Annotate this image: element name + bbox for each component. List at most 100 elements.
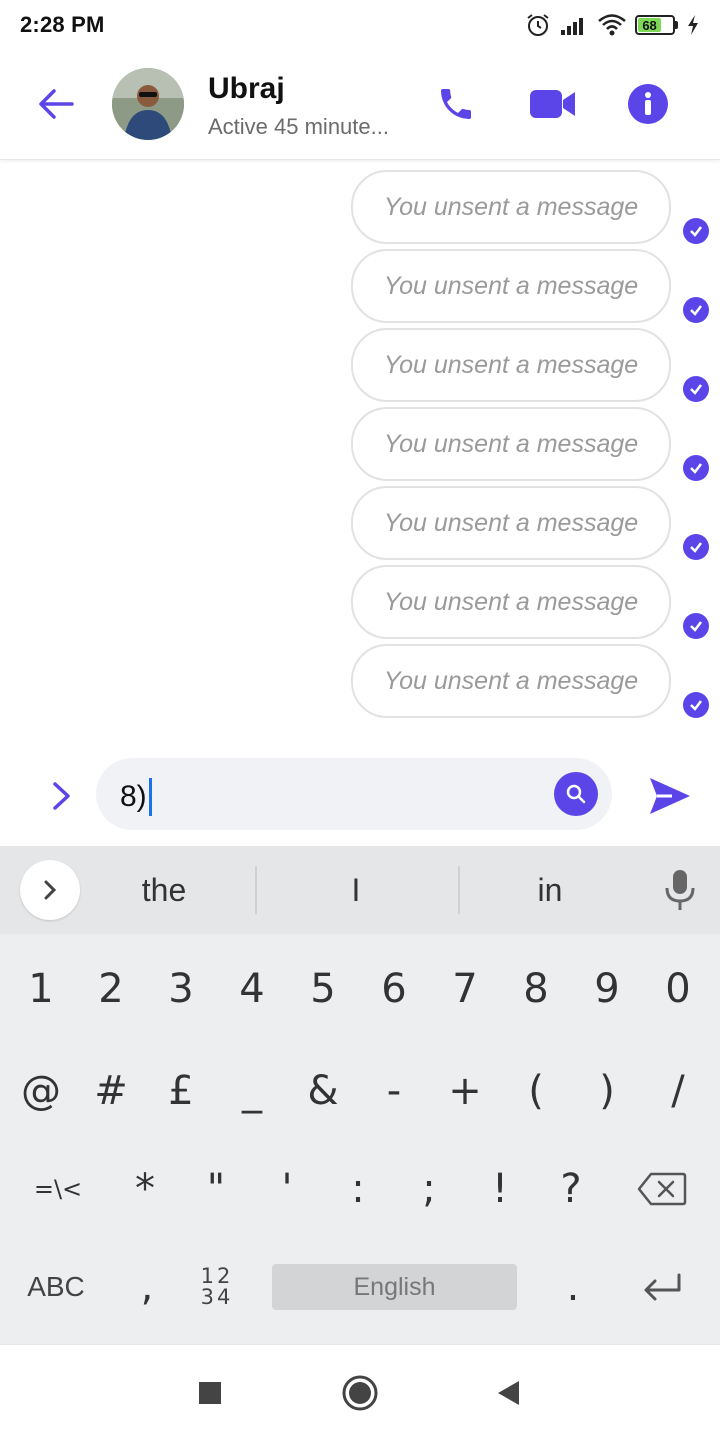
key-9[interactable]: 9 [572, 954, 642, 1024]
key-5[interactable]: 5 [288, 954, 358, 1024]
chevron-right-icon [53, 782, 70, 810]
info-icon [628, 84, 668, 124]
suggestion-3[interactable]: in [470, 866, 630, 914]
message-input[interactable]: 8) [96, 758, 612, 830]
key-more-symbols[interactable]: =\< [20, 1154, 96, 1224]
voice-call-button[interactable] [434, 82, 478, 126]
wifi-icon [598, 14, 626, 36]
battery-level: 68 [638, 18, 662, 33]
key-underscore[interactable]: _ [217, 1056, 287, 1126]
battery-icon: 68 [635, 15, 678, 35]
key-8[interactable]: 8 [501, 954, 571, 1024]
message-row: You unsent a message [0, 478, 720, 560]
key-colon[interactable]: : [323, 1154, 393, 1224]
key-pound[interactable]: £ [146, 1056, 216, 1126]
key-0[interactable]: 0 [643, 954, 713, 1024]
contact-active-status: Active 45 minute... [208, 114, 389, 139]
seen-check-icon [683, 692, 709, 718]
message-row: You unsent a message [0, 320, 720, 402]
key-ampersand[interactable]: & [288, 1056, 358, 1126]
home-button[interactable] [340, 1373, 380, 1413]
contact-name[interactable]: Ubraj [208, 72, 285, 106]
message-list[interactable]: You unsent a message You unsent a messag… [0, 162, 720, 742]
key-exclamation[interactable]: ! [465, 1154, 535, 1224]
video-camera-icon [530, 90, 575, 118]
key-6[interactable]: 6 [359, 954, 429, 1024]
chat-header: Ubraj Active 45 minute... [0, 50, 720, 160]
abc-key[interactable]: ABC [16, 1252, 96, 1322]
phone-icon [441, 89, 471, 119]
key-plus[interactable]: + [430, 1056, 500, 1126]
unsent-message-bubble[interactable]: You unsent a message [351, 407, 671, 481]
message-row: You unsent a message [0, 636, 720, 718]
message-row: You unsent a message [0, 557, 720, 639]
arrow-left-icon [39, 89, 74, 119]
key-open-paren[interactable]: ( [501, 1056, 571, 1126]
send-button[interactable] [646, 772, 694, 820]
expand-actions-button[interactable] [46, 776, 78, 816]
message-row: You unsent a message [0, 162, 720, 244]
key-at[interactable]: @ [6, 1056, 76, 1126]
numpad-key-bottom: 34 [200, 1285, 234, 1309]
key-slash[interactable]: / [643, 1056, 713, 1126]
triangle-back-icon [498, 1381, 519, 1405]
status-bar: 2:28 PM 68 [0, 0, 720, 50]
alarm-icon [527, 14, 549, 36]
microphone-icon [665, 870, 695, 910]
search-button[interactable] [554, 772, 598, 816]
key-3[interactable]: 3 [146, 954, 216, 1024]
key-double-quote[interactable]: " [181, 1154, 251, 1224]
suggestion-2[interactable]: I [276, 866, 436, 914]
on-screen-keyboard: the I in 1 2 3 4 5 6 7 8 9 0 @ # £ _ & -… [0, 846, 720, 1344]
backspace-icon [637, 1172, 687, 1206]
message-input-value: 8) [120, 780, 147, 813]
unsent-message-bubble[interactable]: You unsent a message [351, 565, 671, 639]
key-4[interactable]: 4 [217, 954, 287, 1024]
status-icons: 68 [525, 12, 700, 38]
unsent-message-bubble[interactable]: You unsent a message [351, 328, 671, 402]
back-nav-button[interactable] [490, 1375, 526, 1411]
suggestion-1[interactable]: the [84, 866, 244, 914]
send-icon [650, 778, 690, 814]
key-2[interactable]: 2 [76, 954, 146, 1024]
key-period[interactable]: . [538, 1252, 608, 1322]
key-single-quote[interactable]: ' [252, 1154, 322, 1224]
key-question[interactable]: ? [536, 1154, 606, 1224]
message-composer: 8) [0, 752, 720, 840]
unsent-message-bubble[interactable]: You unsent a message [351, 170, 671, 244]
suggestion-divider [255, 866, 257, 914]
key-close-paren[interactable]: ) [572, 1056, 642, 1126]
avatar[interactable] [112, 68, 184, 140]
charging-icon [688, 15, 698, 35]
key-semicolon[interactable]: ; [394, 1154, 464, 1224]
space-key[interactable]: English [272, 1264, 517, 1310]
key-asterisk[interactable]: * [110, 1154, 180, 1224]
numpad-key[interactable]: 12 34 [182, 1252, 252, 1322]
backspace-key[interactable] [624, 1154, 700, 1224]
system-navigation-bar [0, 1344, 720, 1440]
key-comma[interactable]: , [112, 1252, 182, 1322]
suggestion-expand-button[interactable] [20, 860, 80, 920]
message-row: You unsent a message [0, 241, 720, 323]
unsent-message-bubble[interactable]: You unsent a message [351, 644, 671, 718]
video-call-button[interactable] [528, 82, 578, 126]
enter-key[interactable] [624, 1252, 700, 1322]
search-icon [566, 784, 586, 804]
conversation-info-button[interactable] [626, 82, 670, 126]
key-7[interactable]: 7 [430, 954, 500, 1024]
key-hash[interactable]: # [76, 1056, 146, 1126]
key-minus[interactable]: - [359, 1056, 429, 1126]
suggestion-divider [458, 866, 460, 914]
suggestion-bar: the I in [0, 846, 720, 934]
unsent-message-bubble[interactable]: You unsent a message [351, 249, 671, 323]
back-button[interactable] [36, 84, 76, 124]
microphone-button[interactable] [662, 868, 698, 912]
circle-icon [342, 1375, 378, 1411]
message-row: You unsent a message [0, 399, 720, 481]
unsent-message-bubble[interactable]: You unsent a message [351, 486, 671, 560]
enter-icon [644, 1273, 681, 1301]
status-time: 2:28 PM [20, 12, 105, 37]
key-1[interactable]: 1 [6, 954, 76, 1024]
numpad-key-top: 12 [200, 1264, 234, 1288]
recent-apps-button[interactable] [192, 1375, 228, 1411]
